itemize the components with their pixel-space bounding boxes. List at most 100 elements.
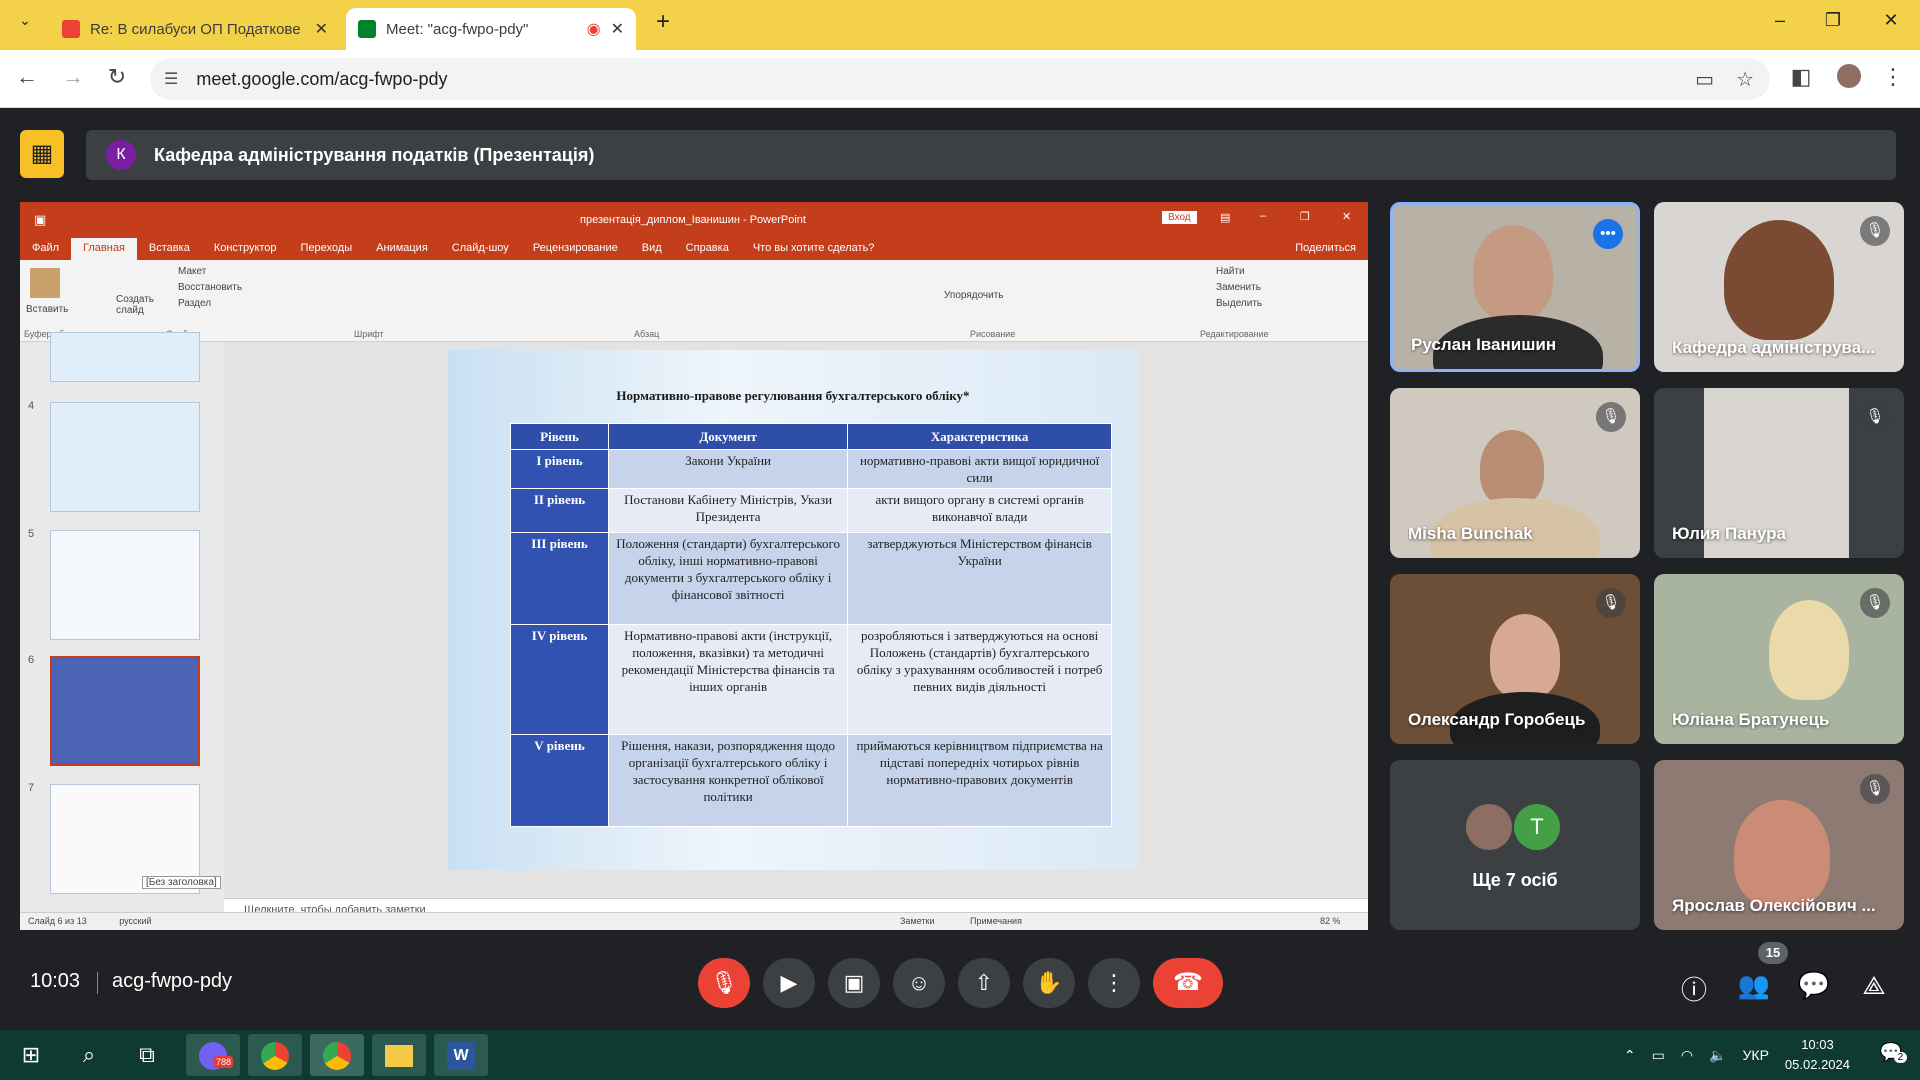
table-row: IV рівень Нормативно-правові акти (інстр… bbox=[510, 624, 1112, 735]
table-header: Характеристика bbox=[847, 423, 1112, 450]
menu-item: Файл bbox=[32, 242, 60, 254]
pp-close-icon: ✕ bbox=[1342, 211, 1352, 223]
more-participants-tile[interactable]: T Ще 7 осіб bbox=[1390, 760, 1640, 930]
arrange-label: Упорядочить bbox=[944, 290, 1004, 301]
activities-icon[interactable]: ⟁ bbox=[1856, 970, 1892, 1002]
restore-icon[interactable]: ❐ bbox=[1818, 10, 1848, 31]
profile-avatar[interactable] bbox=[1834, 64, 1864, 94]
menu-item: Слайд-шоу bbox=[451, 242, 509, 254]
menu-item: Анимация bbox=[376, 242, 428, 254]
captions-button[interactable]: ▣ bbox=[828, 958, 880, 1008]
participant-tile[interactable]: 🎙 Misha Bunchak bbox=[1390, 388, 1640, 558]
minimize-icon[interactable]: – bbox=[1765, 10, 1795, 31]
chat-icon[interactable]: 💬 bbox=[1796, 970, 1832, 1001]
viber-app-icon[interactable]: 788 bbox=[186, 1034, 240, 1076]
emoji-button[interactable]: ☺ bbox=[893, 958, 945, 1008]
new-tab-icon[interactable]: + bbox=[648, 8, 678, 36]
people-icon[interactable]: 👥 bbox=[1736, 970, 1772, 1001]
participant-tile[interactable]: ••• Руслан Іванишин bbox=[1390, 202, 1640, 372]
powerpoint-ribbon: Вставить Создать слайд Макет Восстановит… bbox=[20, 260, 1368, 342]
participant-video bbox=[1473, 225, 1553, 320]
participant-name: Олександр Горобець bbox=[1408, 710, 1586, 729]
back-icon[interactable]: ← bbox=[12, 64, 42, 90]
tray-chevron-icon[interactable]: ⌃ bbox=[1624, 1047, 1636, 1064]
participant-avatar bbox=[1466, 804, 1512, 850]
taskbar-date: 05.02.2024 bbox=[1784, 1057, 1850, 1072]
taskbar-clock[interactable]: 10:03 05.02.2024 bbox=[1785, 1035, 1850, 1075]
mic-off-button[interactable]: 🎙 bbox=[698, 958, 750, 1008]
start-icon[interactable]: ⊞ bbox=[4, 1034, 58, 1076]
menu-item: Переходы bbox=[300, 242, 353, 254]
layout-label: Макет bbox=[178, 266, 207, 277]
site-info-icon[interactable]: ☰ bbox=[164, 69, 178, 89]
camera-button[interactable]: ▶ bbox=[763, 958, 815, 1008]
reload-icon[interactable]: ↻ bbox=[102, 64, 132, 90]
volume-icon[interactable]: 🔈 bbox=[1709, 1047, 1726, 1064]
address-bar[interactable]: ☰ meet.google.com/acg-fwpo-pdy ▭ ☆ bbox=[150, 58, 1770, 100]
camera-icon[interactable]: ▭ bbox=[1695, 67, 1714, 92]
slide-thumbnail-selected bbox=[50, 656, 200, 766]
participant-tile[interactable]: 🎙 Ярослав Олексійович ... bbox=[1654, 760, 1904, 930]
save-icon: ▣ bbox=[34, 212, 47, 227]
reset-label: Восстановить bbox=[178, 282, 243, 293]
menu-kebab-icon[interactable]: ⋮ bbox=[1878, 64, 1908, 90]
participant-tile[interactable]: 🎙 Кафедра адмініструва... bbox=[1654, 202, 1904, 372]
participant-tile[interactable]: 🎙 Юліана Братунець bbox=[1654, 574, 1904, 744]
chrome-app-icon-active[interactable] bbox=[310, 1034, 364, 1076]
tab-search-icon[interactable]: ⌄ bbox=[10, 12, 40, 29]
divider bbox=[97, 972, 98, 994]
menu-item: Вид bbox=[641, 242, 662, 254]
meeting-code: acg-fwpo-pdy bbox=[112, 970, 233, 992]
zoom-label: 82 % bbox=[1320, 916, 1341, 926]
meeting-info-icon[interactable]: ⓘ bbox=[1676, 970, 1712, 1007]
word-app-icon[interactable]: W bbox=[434, 1034, 488, 1076]
window-close-icon[interactable]: ✕ bbox=[1876, 10, 1906, 31]
find-label: Найти bbox=[1216, 266, 1245, 277]
participant-tile[interactable]: 🎙 Олександр Горобець bbox=[1390, 574, 1640, 744]
mic-off-icon: 🎙 bbox=[1860, 774, 1890, 804]
task-view-icon[interactable]: ⧉ bbox=[120, 1034, 174, 1076]
browser-tab-mail[interactable]: Re: В силабуси ОП Податкове ✕ bbox=[50, 8, 340, 50]
presentation-icon[interactable]: ▦ bbox=[20, 130, 64, 178]
search-icon[interactable]: ⌕ bbox=[62, 1034, 116, 1076]
menu-item: Главная bbox=[71, 238, 137, 260]
language-indicator[interactable]: УКР bbox=[1743, 1047, 1769, 1063]
mic-off-icon: 🎙 bbox=[1860, 216, 1890, 246]
mic-off-icon: 🎙 bbox=[1860, 588, 1890, 618]
network-icon[interactable]: ◠ bbox=[1681, 1047, 1693, 1064]
slide-thumbnail bbox=[50, 402, 200, 512]
raise-hand-button[interactable]: ✋ bbox=[1023, 958, 1075, 1008]
close-icon[interactable]: ✕ bbox=[315, 19, 328, 39]
participant-video bbox=[1480, 430, 1544, 506]
ribbon-group-label: Абзац bbox=[634, 329, 660, 339]
slide-title: Нормативно-правове регулювання бухгалтер… bbox=[616, 388, 970, 403]
slide: Нормативно-правове регулювання бухгалтер… bbox=[448, 350, 1138, 870]
present-screen-button[interactable]: ⇧ bbox=[958, 958, 1010, 1008]
chrome-app-icon[interactable] bbox=[248, 1034, 302, 1076]
table-row: II рівень Постанови Кабінету Міністрів, … bbox=[510, 488, 1112, 533]
browser-toolbar: ← → ↻ ☰ meet.google.com/acg-fwpo-pdy ▭ ☆… bbox=[0, 50, 1920, 108]
participant-avatar: T bbox=[1514, 804, 1560, 850]
menu-item: Вставка bbox=[148, 242, 190, 254]
participant-name: Юліана Братунець bbox=[1672, 710, 1830, 729]
close-icon[interactable]: ✕ bbox=[611, 19, 624, 39]
thumb-number: 4 bbox=[28, 400, 35, 412]
level-cell: II рівень bbox=[510, 488, 609, 533]
meeting-clock: 10:03 bbox=[30, 970, 81, 992]
forward-icon[interactable]: → bbox=[58, 64, 88, 90]
notifications-icon[interactable]: 💬 2 bbox=[1880, 1042, 1908, 1063]
browser-tab-meet[interactable]: Meet: "acg-fwpo-pdy" ◉ ✕ bbox=[346, 8, 636, 50]
side-panel-icon[interactable]: ◧ bbox=[1786, 64, 1816, 90]
bookmark-star-icon[interactable]: ☆ bbox=[1736, 67, 1754, 92]
paste-icon bbox=[30, 268, 60, 298]
battery-icon[interactable]: ▭ bbox=[1652, 1047, 1665, 1064]
more-options-button[interactable]: ⋮ bbox=[1088, 958, 1140, 1008]
explorer-app-icon[interactable] bbox=[372, 1034, 426, 1076]
ribbon-group-label: Рисование bbox=[970, 329, 1016, 339]
powerpoint-window-title: презентація_диплом_Іванишин - PowerPoint bbox=[580, 214, 806, 226]
end-call-button[interactable]: ☎ bbox=[1153, 958, 1223, 1008]
participant-tile[interactable]: 🎙 Юлия Панура bbox=[1654, 388, 1904, 558]
participant-video bbox=[1734, 800, 1830, 908]
select-label: Выделить bbox=[1216, 298, 1263, 309]
meet-controls: 10:03 acg-fwpo-pdy 🎙 ▶ ▣ ☺ ⇧ ✋ ⋮ ☎ ⓘ 15 … bbox=[0, 930, 1920, 1030]
